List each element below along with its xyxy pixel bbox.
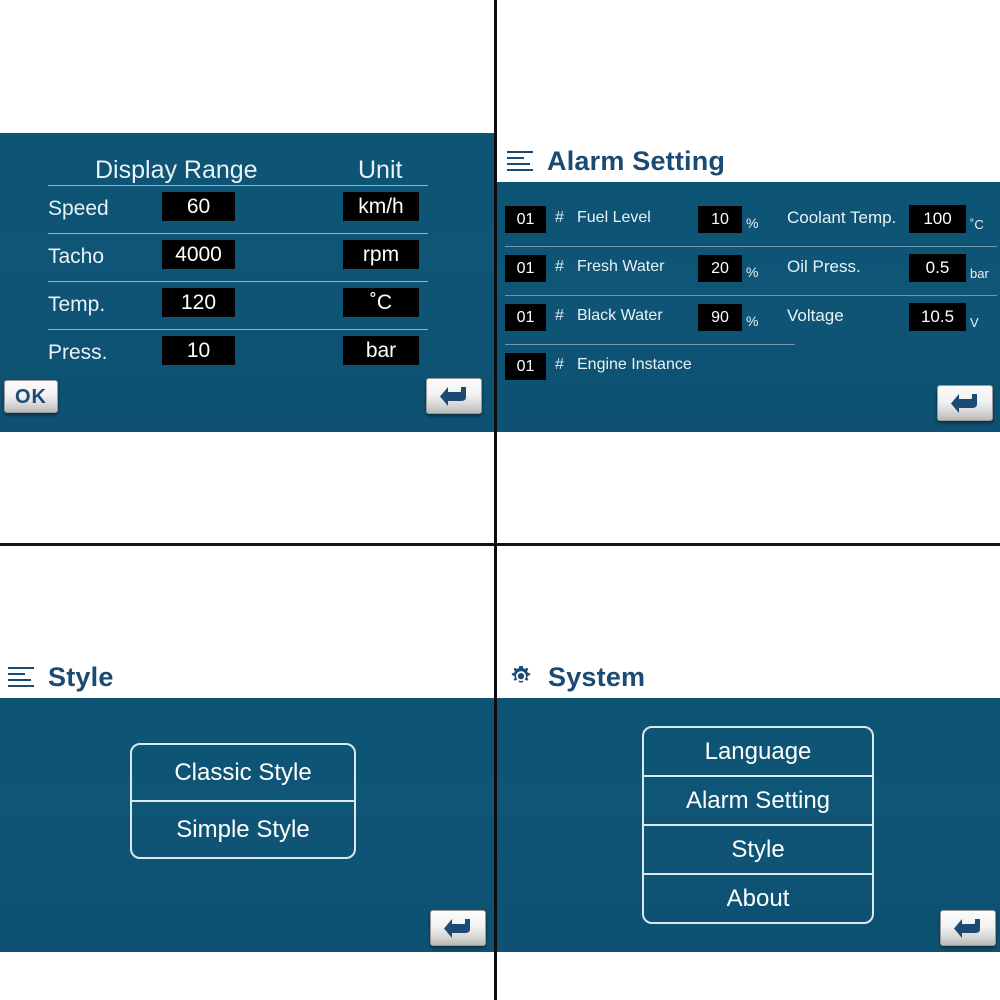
system-option-alarm-setting[interactable]: Alarm Setting xyxy=(644,775,872,824)
table-row: Press. 10 bar xyxy=(48,330,428,377)
coolant-temp-unit: ˚C xyxy=(970,217,984,232)
system-option-language[interactable]: Language xyxy=(644,728,872,775)
black-water-instance-field[interactable]: 01 xyxy=(505,304,546,331)
row-label-black-water: Black Water xyxy=(577,307,663,324)
table-row: Speed 60 km/h xyxy=(48,186,428,233)
system-option-style[interactable]: Style xyxy=(644,824,872,873)
panel-style: Style Classic Style Simple Style xyxy=(0,546,494,1000)
table-row: Tacho 4000 rpm xyxy=(48,234,428,281)
style-option-simple[interactable]: Simple Style xyxy=(132,800,354,857)
page-title: Alarm Setting xyxy=(547,145,726,176)
enter-return-icon xyxy=(444,919,470,938)
list-lines-icon xyxy=(507,148,533,174)
table-row: Oil Press. 0.5 bar xyxy=(787,247,997,295)
press-unit-field[interactable]: bar xyxy=(343,336,419,365)
row-label-oil-press: Oil Press. xyxy=(787,257,861,276)
system-option-list: Language Alarm Setting Style About xyxy=(642,726,874,924)
enter-return-icon xyxy=(440,387,466,406)
style-option-classic[interactable]: Classic Style xyxy=(132,745,354,800)
alarm-left-column: 01 # Fuel Level 10 % 01 # Fresh Water 20… xyxy=(505,198,795,393)
table-row: 01 # Fresh Water 20 % xyxy=(505,247,795,295)
temp-range-field[interactable]: 120 xyxy=(162,288,235,317)
row-label-fuel-level: Fuel Level xyxy=(577,209,651,226)
speed-range-field[interactable]: 60 xyxy=(162,192,235,221)
black-water-value-field[interactable]: 90 xyxy=(698,304,742,331)
table-row: 01 # Fuel Level 10 % xyxy=(505,198,795,246)
enter-button[interactable] xyxy=(426,378,482,414)
display-range-table: Display Range Unit Speed 60 km/h Tacho 4… xyxy=(48,145,428,377)
ok-button-label: OK xyxy=(15,385,47,408)
display-range-screen: Display Range Unit Speed 60 km/h Tacho 4… xyxy=(0,133,494,432)
row-label-temp: Temp. xyxy=(48,293,106,316)
hash-symbol: # xyxy=(555,258,564,275)
enter-button[interactable] xyxy=(430,910,486,946)
enter-return-icon xyxy=(954,919,980,938)
enter-return-icon xyxy=(951,394,977,413)
horizontal-divider xyxy=(0,543,1000,546)
speed-unit-field[interactable]: km/h xyxy=(343,192,419,221)
hash-symbol: # xyxy=(555,209,564,226)
list-item-label: Classic Style xyxy=(174,758,312,786)
vertical-divider xyxy=(494,0,497,1000)
fresh-water-unit: % xyxy=(746,264,759,280)
table-row: Coolant Temp. 100 ˚C xyxy=(787,198,997,246)
row-label-press: Press. xyxy=(48,341,108,364)
hash-symbol: # xyxy=(555,307,564,324)
style-screen: Classic Style Simple Style xyxy=(0,698,494,952)
gear-icon xyxy=(511,665,531,683)
fresh-water-instance-field[interactable]: 01 xyxy=(505,255,546,282)
table-row: Voltage 10.5 V xyxy=(787,296,997,344)
black-water-unit: % xyxy=(746,313,759,329)
enter-button[interactable] xyxy=(937,385,993,421)
coolant-temp-value-field[interactable]: 100 xyxy=(909,205,966,233)
fuel-level-value-field[interactable]: 10 xyxy=(698,206,742,233)
list-item-label: Alarm Setting xyxy=(685,786,831,814)
row-label-fresh-water: Fresh Water xyxy=(577,258,665,275)
system-screen: Language Alarm Setting Style About xyxy=(497,698,1000,952)
panel-alarm-setting: Alarm Setting 01 # Fuel Level 10 % 01 # … xyxy=(497,0,1000,543)
row-label-speed: Speed xyxy=(48,197,109,220)
row-label-tacho: Tacho xyxy=(48,245,105,268)
page-title: System xyxy=(548,661,646,692)
list-item-label: Language xyxy=(704,737,812,765)
temp-unit-field[interactable]: ˚C xyxy=(343,288,419,317)
display-range-header-row: Display Range Unit xyxy=(48,145,428,185)
list-lines-icon xyxy=(8,664,34,690)
enter-button[interactable] xyxy=(940,910,996,946)
column-header-range: Display Range xyxy=(95,156,258,184)
voltage-value-field[interactable]: 10.5 xyxy=(909,303,966,331)
row-label-engine-instance: Engine Instance xyxy=(577,356,692,373)
hash-symbol: # xyxy=(555,356,564,373)
tacho-range-field[interactable]: 4000 xyxy=(162,240,235,269)
alarm-setting-header: Alarm Setting xyxy=(497,140,1000,182)
row-label-voltage: Voltage xyxy=(787,306,844,325)
table-row: Temp. 120 ˚C xyxy=(48,282,428,329)
alarm-right-column: Coolant Temp. 100 ˚C Oil Press. 0.5 bar … xyxy=(787,198,997,344)
system-header: System xyxy=(497,656,1000,698)
list-item-label: Style xyxy=(731,835,785,863)
tacho-unit-field[interactable]: rpm xyxy=(343,240,419,269)
list-item-label: About xyxy=(726,884,790,912)
press-range-field[interactable]: 10 xyxy=(162,336,235,365)
voltage-unit: V xyxy=(970,315,979,330)
system-option-about[interactable]: About xyxy=(644,873,872,922)
alarm-setting-screen: 01 # Fuel Level 10 % 01 # Fresh Water 20… xyxy=(497,182,1000,432)
column-header-unit: Unit xyxy=(358,156,403,184)
oil-press-value-field[interactable]: 0.5 xyxy=(909,254,966,282)
fuel-level-unit: % xyxy=(746,215,759,231)
ok-button[interactable]: OK xyxy=(4,380,58,413)
table-row: 01 # Engine Instance xyxy=(505,345,795,393)
style-header: Style xyxy=(0,656,494,698)
page-title: Style xyxy=(48,661,114,692)
panel-display-range: Display Range Unit Speed 60 km/h Tacho 4… xyxy=(0,0,494,543)
oil-press-unit: bar xyxy=(970,266,989,281)
style-option-list: Classic Style Simple Style xyxy=(130,743,356,859)
fuel-level-instance-field[interactable]: 01 xyxy=(505,206,546,233)
list-item-label: Simple Style xyxy=(176,815,310,843)
table-row: 01 # Black Water 90 % xyxy=(505,296,795,344)
row-label-coolant-temp: Coolant Temp. xyxy=(787,208,897,227)
panel-system: System Language Alarm Setting Style Abou… xyxy=(497,546,1000,1000)
engine-instance-field[interactable]: 01 xyxy=(505,353,546,380)
fresh-water-value-field[interactable]: 20 xyxy=(698,255,742,282)
